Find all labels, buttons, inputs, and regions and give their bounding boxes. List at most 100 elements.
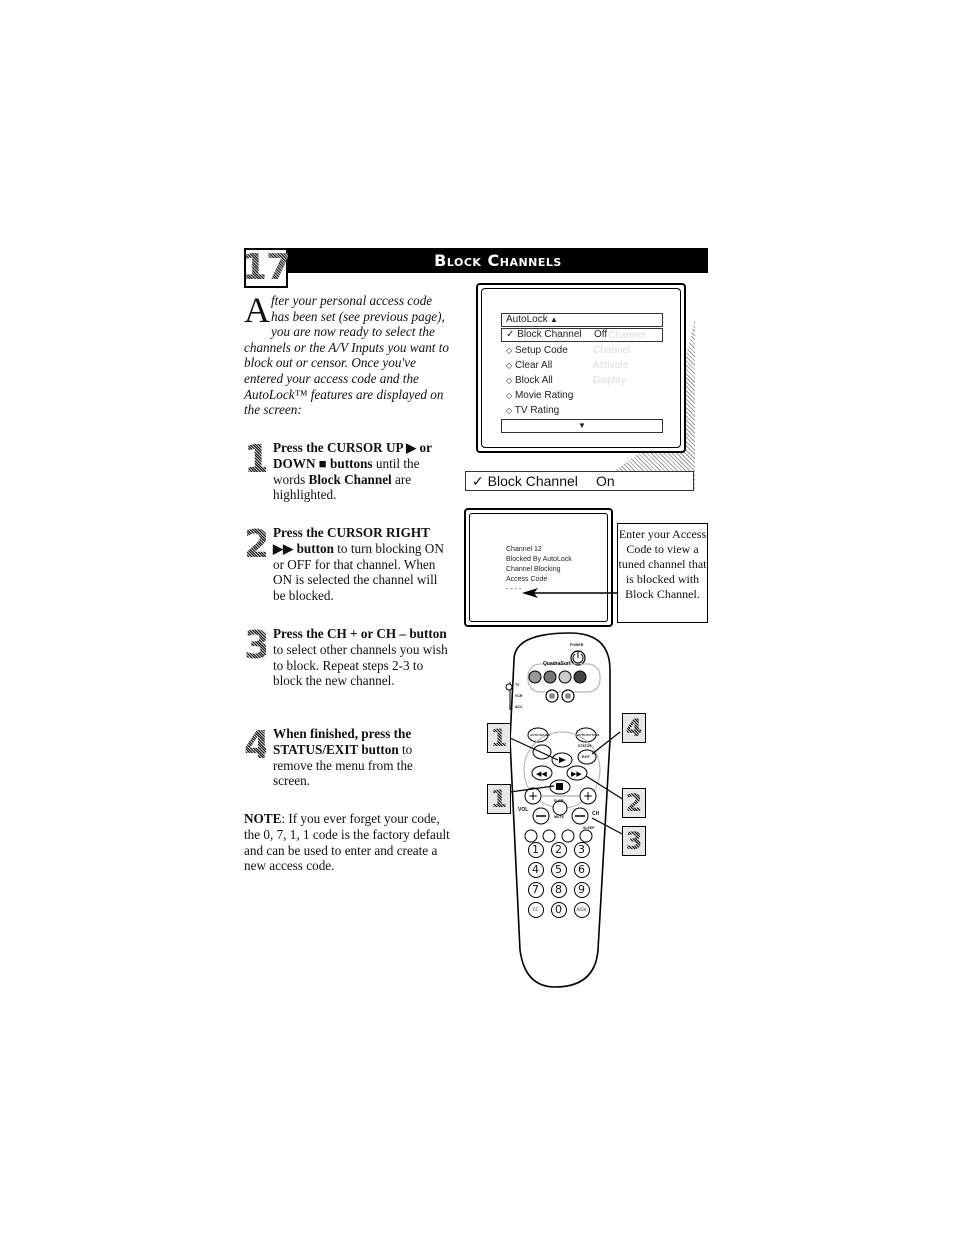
- page-number-box: 17: [241, 247, 291, 288]
- step-1: 1 Press the CURSOR UP ▶ or DOWN ■ button…: [244, 440, 449, 503]
- faint-value: Display: [593, 375, 626, 386]
- menu-header: AutoLock ▲: [501, 313, 663, 327]
- auto-picture-label: AUTO PICTURE: [577, 733, 600, 737]
- callout-text: Enter your Access Code to view a tuned c…: [618, 527, 707, 601]
- mode-label-vcr: VCR: [515, 694, 523, 698]
- diamond-icon: ◇: [506, 346, 513, 355]
- surf-label: SURF: [554, 799, 564, 803]
- faint-value: Activate: [593, 360, 629, 371]
- blocked-line: Blocked By AutoLock: [506, 556, 572, 563]
- zoomed-row-label: Block Channel: [487, 473, 578, 489]
- quadrasurf-button-3[interactable]: [558, 670, 572, 684]
- menu-item-label: Movie Rating: [514, 390, 574, 401]
- note-label: NOTE: [244, 811, 282, 826]
- check-icon: ✓: [472, 473, 484, 489]
- faint-value: Channel: [608, 330, 646, 341]
- mute-label: MUTE: [554, 815, 564, 819]
- menu-item-label: Clear All: [514, 360, 553, 371]
- menu-item-label: Setup Code: [514, 345, 568, 356]
- digit-button-1[interactable]: 1: [527, 842, 544, 858]
- callout-box: Enter your Access Code to view a tuned c…: [617, 523, 708, 623]
- zoomed-menu-row: ✓ Block Channel On: [465, 471, 694, 491]
- step-4: 4 When finished, press the STATUS/EXIT b…: [244, 726, 449, 789]
- callout-number: 4: [625, 714, 643, 742]
- digit-button-2[interactable]: 2: [550, 842, 567, 858]
- quadrasurf-button-4[interactable]: [573, 670, 587, 684]
- access-code-field: - - - -: [506, 586, 522, 593]
- digit-button-9[interactable]: 9: [573, 882, 590, 898]
- blocked-line: Access Code: [506, 576, 548, 583]
- step-bold2: Block Channel: [308, 471, 392, 487]
- svg-text:+: +: [583, 789, 593, 803]
- diamond-icon: ◇: [506, 406, 513, 415]
- brand-label: QuadraSurf: [543, 661, 571, 667]
- callout-step-2: 2: [622, 788, 646, 818]
- up-arrow-icon: ▲: [550, 315, 558, 324]
- callout-number: 3: [625, 827, 643, 855]
- quadrasurf-button-1[interactable]: [528, 670, 542, 684]
- digit-keypad: 1 2 3 4 5 6 7 8 9 CC 0 A/CH: [524, 842, 594, 918]
- diamond-icon: ◇: [506, 376, 513, 385]
- digit-button-0[interactable]: 0: [550, 902, 567, 918]
- status-button[interactable]: [532, 744, 552, 760]
- menu-footer: ▼: [501, 419, 663, 433]
- diamond-icon: ◇: [506, 391, 513, 400]
- menu-item-label: Block All: [514, 375, 553, 386]
- step-3: 3 Press the CH + or CH – button to selec…: [244, 626, 449, 689]
- digit-button-7[interactable]: 7: [527, 882, 544, 898]
- menu-item-clear-all[interactable]: ◇ Clear All: [506, 360, 552, 372]
- mute-button[interactable]: [552, 800, 568, 816]
- callout-number: 1: [490, 785, 508, 813]
- callout-number: 2: [625, 789, 643, 817]
- page-title: Block Channels: [434, 251, 562, 270]
- quadrasurf-button-2[interactable]: [543, 670, 557, 684]
- page-number: 17: [241, 247, 291, 288]
- status-label: STATUS: [578, 744, 592, 748]
- power-label: POWER: [570, 643, 584, 647]
- callout-step-4: 4: [622, 713, 646, 743]
- digit-button-3[interactable]: 3: [573, 842, 590, 858]
- cc-bottom-button[interactable]: CC: [527, 902, 544, 918]
- mode-switch[interactable]: [505, 683, 513, 691]
- diamond-icon: ◇: [506, 361, 513, 370]
- step-text: to select other channels you wish to blo…: [273, 641, 448, 689]
- digit-button-5[interactable]: 5: [550, 862, 567, 878]
- callout-step-3: 3: [622, 826, 646, 856]
- step-bold: Press the CH + or CH – button: [273, 626, 447, 641]
- function-button[interactable]: [561, 829, 575, 843]
- step-number: 4: [244, 723, 271, 767]
- ch-label: CH: [592, 811, 600, 817]
- menu-item-block-all[interactable]: ◇ Block All: [506, 375, 553, 387]
- svg-text:▶▶: ▶▶: [571, 770, 582, 778]
- auto-sound-label: AUTO SOUND: [530, 733, 551, 737]
- step-number: 3: [244, 623, 271, 667]
- blocked-line: Channel 12: [506, 546, 542, 553]
- digit-button-6[interactable]: 6: [573, 862, 590, 878]
- menu-title: AutoLock: [506, 314, 548, 325]
- svg-text:◀◀: ◀◀: [536, 770, 547, 778]
- cc-button[interactable]: [524, 829, 538, 843]
- sleep-button[interactable]: [579, 829, 593, 843]
- menu-item-tv-rating[interactable]: ◇ TV Rating: [506, 405, 559, 417]
- zoomed-row-value: On: [596, 473, 615, 489]
- menu-item-label: Block Channel: [517, 329, 582, 340]
- digit-button-4[interactable]: 4: [527, 862, 544, 878]
- mode-label-acc: ACC: [515, 705, 523, 709]
- alt-channel-button[interactable]: A/CH: [573, 902, 590, 918]
- note: NOTE: If you ever forget your code, the …: [244, 811, 454, 874]
- step-bold: When finished, press the STATUS/EXIT but…: [273, 726, 412, 757]
- function-button[interactable]: [542, 829, 556, 843]
- intro-paragraph: After your personal access code has been…: [244, 292, 449, 418]
- menu-item-movie-rating[interactable]: ◇ Movie Rating: [506, 390, 573, 402]
- down-arrow-icon: ▼: [578, 421, 586, 430]
- vol-label: VOL: [518, 807, 529, 813]
- step-2: 2 Press the CURSOR RIGHT ▶▶ button to tu…: [244, 525, 449, 604]
- blocked-line: Channel Blocking: [506, 566, 561, 573]
- digit-button-8[interactable]: 8: [550, 882, 567, 898]
- callout-step-1-down: 1: [487, 784, 511, 814]
- step-number: 1: [244, 437, 271, 481]
- sleep-label: SLEEP: [583, 826, 595, 830]
- callout-number: 1: [490, 724, 508, 752]
- menu-item-setup-code[interactable]: ◇ Setup Code: [506, 345, 568, 357]
- mode-label-tv: TV: [515, 683, 520, 687]
